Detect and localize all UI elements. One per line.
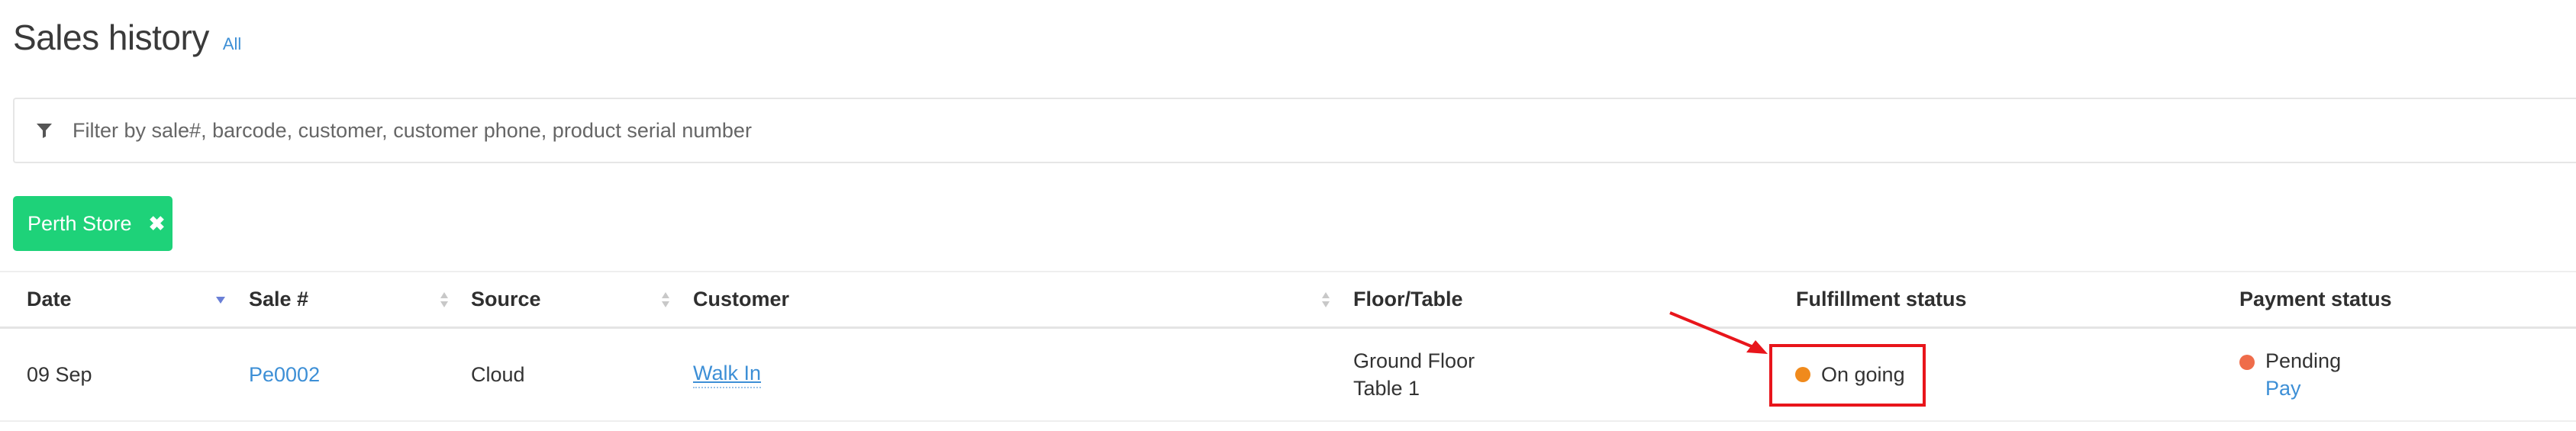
- sale-number-link[interactable]: Pe0002: [249, 363, 320, 387]
- cell-source: Cloud: [471, 362, 525, 386]
- cell-sale-number: Pe0002: [249, 329, 320, 420]
- remove-filter-icon[interactable]: ✖: [149, 212, 166, 236]
- column-header-fulfillment: Fulfillment status: [1796, 288, 1967, 310]
- table-label: Table 1: [1353, 377, 1420, 400]
- cell-customer: Walk In: [693, 329, 762, 420]
- store-filter-label: Perth Store: [27, 211, 132, 235]
- column-header-sale[interactable]: Sale #: [249, 272, 308, 326]
- cell-floor-table: Ground Floor Table 1: [1353, 329, 1475, 420]
- search-bar: [13, 98, 2576, 163]
- pay-link[interactable]: Pay: [2265, 375, 2301, 402]
- column-header-date[interactable]: Date: [27, 272, 72, 326]
- sort-icon[interactable]: [1321, 272, 1330, 326]
- page-title: Sales history: [13, 18, 209, 57]
- page-header: Sales history All: [13, 17, 241, 58]
- payment-status-dot: [2239, 355, 2255, 370]
- annotation-highlight-box: [1769, 344, 1926, 407]
- column-header-source[interactable]: Source: [471, 272, 541, 326]
- payment-status-label: Pending: [2265, 349, 2342, 372]
- annotation-arrow: [1669, 311, 1768, 354]
- store-filter-chip[interactable]: Perth Store ✖: [13, 196, 172, 251]
- column-header-payment: Payment status: [2239, 288, 2392, 310]
- customer-link[interactable]: Walk In: [693, 362, 762, 388]
- column-header-customer[interactable]: Customer: [693, 272, 789, 326]
- table-header: Date Sale # Source Customer Floor/Table …: [0, 271, 2576, 329]
- sort-descending-icon[interactable]: [215, 272, 226, 326]
- sales-table: Date Sale # Source Customer Floor/Table …: [0, 271, 2576, 422]
- sort-icon[interactable]: [661, 272, 670, 326]
- floor-label: Ground Floor: [1353, 349, 1475, 372]
- cell-payment: Pending Pay: [2239, 329, 2341, 420]
- filter-all-link[interactable]: All: [223, 34, 241, 54]
- column-header-floor-table: Floor/Table: [1353, 288, 1463, 310]
- filter-icon[interactable]: [31, 117, 57, 143]
- payment-status-stack: Pending Pay: [2265, 347, 2341, 402]
- table-row[interactable]: 09 Sep Pe0002 Cloud Walk In Ground Floor…: [0, 329, 2576, 422]
- search-input[interactable]: [73, 118, 2362, 143]
- cell-date: 09 Sep: [27, 362, 92, 386]
- sort-icon[interactable]: [440, 272, 449, 326]
